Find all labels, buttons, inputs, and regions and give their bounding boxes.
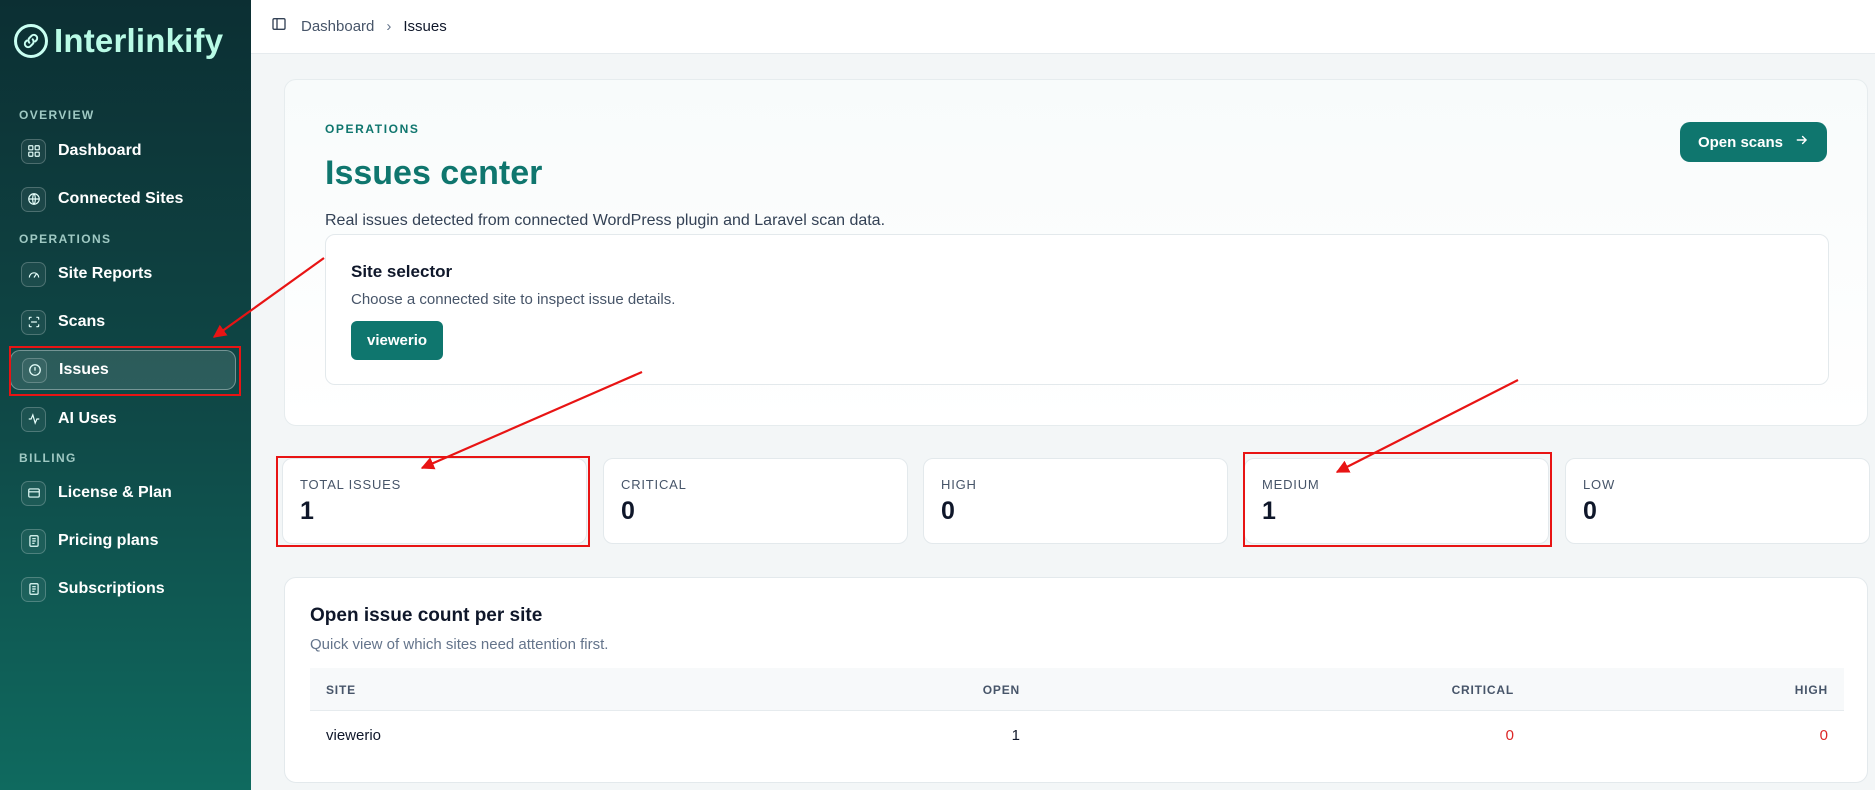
- breadcrumb-dashboard[interactable]: Dashboard: [301, 18, 374, 35]
- cell-open: 1: [1011, 727, 1020, 744]
- annotation-box-issues-nav: [9, 346, 241, 396]
- column-header-open: OPEN: [982, 683, 1020, 697]
- table-header: SITE OPEN CRITICAL HIGH: [310, 668, 1844, 711]
- card-icon: [21, 480, 46, 506]
- sidebar-toggle-icon[interactable]: [271, 16, 287, 37]
- sidebar-item-label: Dashboard: [58, 142, 142, 159]
- open-scans-label: Open scans: [1697, 133, 1783, 151]
- activity-icon: [21, 406, 46, 432]
- stat-card-critical: CRITICAL 0: [603, 458, 908, 544]
- hero-description: Real issues detected from connected Word…: [325, 212, 886, 229]
- gauge-icon: [21, 261, 46, 287]
- annotation-box-total-issues: [276, 456, 590, 547]
- link-icon: [14, 24, 48, 58]
- chevron-right-icon: ›: [386, 18, 392, 35]
- cell-critical: 0: [1505, 727, 1514, 744]
- sidebar-item-label: Subscriptions: [58, 580, 165, 597]
- sidebar-item-ai-uses[interactable]: AI Uses: [10, 399, 236, 439]
- sidebar-item-label: License & Plan: [58, 484, 172, 501]
- page-title: Issues center: [325, 154, 543, 192]
- brand-name: Interlinkify: [54, 22, 224, 59]
- scan-icon: [21, 309, 46, 335]
- section-label-operations: OPERATIONS: [19, 232, 112, 246]
- globe-icon: [21, 186, 46, 212]
- document-icon: [21, 576, 46, 602]
- stat-value: 0: [1583, 497, 1597, 525]
- sidebar-item-label: Site Reports: [58, 265, 153, 282]
- breadcrumb-issues: Issues: [403, 18, 447, 35]
- brand-logo[interactable]: Interlinkify: [14, 22, 223, 60]
- sidebar-item-label: Scans: [58, 313, 106, 330]
- sidebar-item-license-plan[interactable]: License & Plan: [10, 473, 236, 513]
- stat-label: CRITICAL: [621, 477, 687, 492]
- table-card-description: Quick view of which sites need attention…: [310, 636, 609, 653]
- open-issues-per-site-card: Open issue count per site Quick view of …: [284, 577, 1868, 783]
- stat-value: 0: [621, 497, 635, 525]
- sidebar-item-label: Connected Sites: [58, 190, 184, 207]
- column-header-high: HIGH: [1794, 683, 1828, 697]
- arrow-right-icon: [1795, 133, 1809, 151]
- hero-eyebrow: OPERATIONS: [325, 122, 420, 136]
- sidebar-item-dashboard[interactable]: Dashboard: [10, 131, 236, 171]
- open-scans-button[interactable]: Open scans: [1679, 122, 1827, 162]
- sidebar-item-label: Pricing plans: [58, 532, 159, 549]
- sidebar-item-subscriptions[interactable]: Subscriptions: [10, 569, 236, 609]
- site-selector-title: Site selector: [351, 262, 453, 281]
- document-icon: [21, 528, 46, 554]
- section-label-overview: OVERVIEW: [19, 108, 95, 122]
- cell-site: viewerio: [326, 727, 382, 744]
- topbar: Dashboard › Issues: [251, 0, 1875, 54]
- issues-hero-card: OPERATIONS Issues center Real issues det…: [284, 79, 1868, 426]
- sidebar-item-pricing-plans[interactable]: Pricing plans: [10, 521, 236, 561]
- column-header-critical: CRITICAL: [1451, 683, 1514, 697]
- stat-value: 0: [941, 497, 955, 525]
- table-card-title: Open issue count per site: [310, 605, 543, 626]
- stat-card-low: LOW 0: [1565, 458, 1870, 544]
- cell-high: 0: [1819, 727, 1828, 744]
- annotation-box-medium: [1243, 452, 1552, 547]
- table-row[interactable]: viewerio 1 0 0: [310, 711, 1844, 759]
- site-select-button-viewerio[interactable]: viewerio: [351, 321, 444, 360]
- site-selector-card: Site selector Choose a connected site to…: [325, 234, 1829, 385]
- breadcrumb: Dashboard › Issues: [301, 18, 447, 35]
- section-label-billing: BILLING: [19, 451, 77, 465]
- sidebar-item-site-reports[interactable]: Site Reports: [10, 254, 236, 294]
- sidebar-item-scans[interactable]: Scans: [10, 302, 236, 342]
- column-header-site: SITE: [326, 683, 356, 697]
- stat-card-high: HIGH 0: [923, 458, 1228, 544]
- sidebar-item-label: AI Uses: [58, 410, 117, 427]
- sidebar-item-connected-sites[interactable]: Connected Sites: [10, 179, 236, 219]
- grid-icon: [21, 138, 46, 164]
- stat-label: LOW: [1583, 477, 1616, 492]
- stat-label: HIGH: [941, 477, 977, 492]
- site-selector-description: Choose a connected site to inspect issue…: [351, 291, 676, 308]
